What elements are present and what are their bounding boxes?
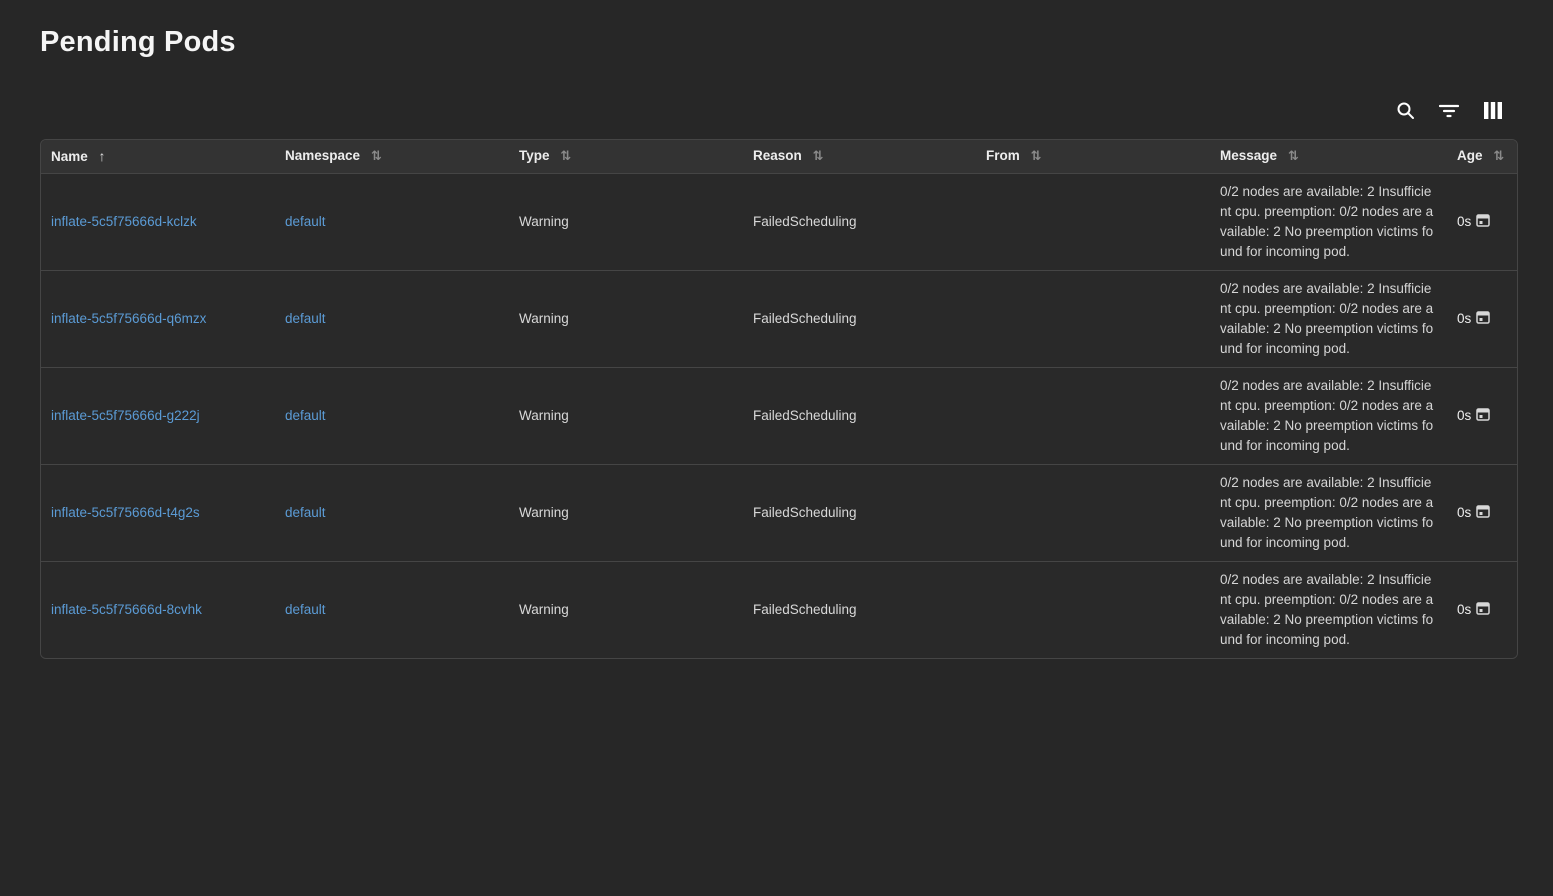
from-cell: [976, 367, 1210, 464]
sort-asc-icon: ↑: [99, 148, 106, 164]
from-cell: [976, 464, 1210, 561]
search-button[interactable]: [1394, 101, 1416, 123]
sort-both-icon: ⇅: [1288, 148, 1299, 164]
column-label: Name: [51, 149, 88, 164]
sort-both-icon: ⇅: [1493, 148, 1504, 164]
columns-button[interactable]: [1482, 101, 1504, 123]
pending-pods-page: Pending Pods: [0, 0, 1553, 659]
sort-both-icon: ⇅: [813, 148, 824, 164]
type-cell: Warning: [509, 270, 743, 367]
column-header-name[interactable]: Name ↑: [41, 140, 275, 173]
column-header-message[interactable]: Message ⇅: [1210, 140, 1447, 173]
calendar-icon: [1476, 601, 1490, 618]
column-label: Age: [1457, 148, 1483, 163]
column-header-from[interactable]: From ⇅: [976, 140, 1210, 173]
pod-name-link[interactable]: inflate-5c5f75666d-t4g2s: [51, 505, 200, 520]
column-label: Reason: [753, 148, 802, 163]
namespace-link[interactable]: default: [285, 311, 326, 326]
type-cell: Warning: [509, 561, 743, 658]
reason-cell: FailedScheduling: [743, 464, 976, 561]
pod-name-link[interactable]: inflate-5c5f75666d-g222j: [51, 408, 200, 423]
age-value: 0s: [1457, 214, 1471, 229]
age-cell: 0s: [1447, 270, 1518, 367]
from-cell: [976, 561, 1210, 658]
message-cell: 0/2 nodes are available: 2 Insufficient …: [1210, 367, 1447, 464]
pod-name-link[interactable]: inflate-5c5f75666d-8cvhk: [51, 602, 202, 617]
filter-button[interactable]: [1438, 101, 1460, 123]
namespace-link[interactable]: default: [285, 505, 326, 520]
pod-name-link[interactable]: inflate-5c5f75666d-kclzk: [51, 214, 197, 229]
from-cell: [976, 173, 1210, 270]
reason-cell: FailedScheduling: [743, 270, 976, 367]
message-cell: 0/2 nodes are available: 2 Insufficient …: [1210, 561, 1447, 658]
calendar-icon: [1476, 504, 1490, 521]
column-label: Type: [519, 148, 550, 163]
calendar-icon: [1476, 407, 1490, 424]
age-cell: 0s: [1447, 561, 1518, 658]
column-header-namespace[interactable]: Namespace ⇅: [275, 140, 509, 173]
reason-cell: FailedScheduling: [743, 173, 976, 270]
sort-both-icon: ⇅: [371, 148, 382, 164]
age-value: 0s: [1457, 311, 1471, 326]
age-value: 0s: [1457, 602, 1471, 617]
age-cell: 0s: [1447, 173, 1518, 270]
search-icon: [1396, 101, 1415, 123]
page-title: Pending Pods: [40, 26, 1518, 59]
column-label: From: [986, 148, 1020, 163]
namespace-link[interactable]: default: [285, 602, 326, 617]
sort-both-icon: ⇅: [1031, 148, 1042, 164]
table-toolbar: [40, 101, 1518, 123]
column-header-reason[interactable]: Reason ⇅: [743, 140, 976, 173]
age-cell: 0s: [1447, 367, 1518, 464]
column-label: Message: [1220, 148, 1277, 163]
table-row[interactable]: inflate-5c5f75666d-kclzk default Warning…: [41, 173, 1518, 270]
message-cell: 0/2 nodes are available: 2 Insufficient …: [1210, 270, 1447, 367]
table-row[interactable]: inflate-5c5f75666d-t4g2s default Warning…: [41, 464, 1518, 561]
from-cell: [976, 270, 1210, 367]
table-row[interactable]: inflate-5c5f75666d-8cvhk default Warning…: [41, 561, 1518, 658]
column-header-age[interactable]: Age ⇅: [1447, 140, 1518, 173]
table-row[interactable]: inflate-5c5f75666d-q6mzx default Warning…: [41, 270, 1518, 367]
calendar-icon: [1476, 213, 1490, 230]
message-cell: 0/2 nodes are available: 2 Insufficient …: [1210, 464, 1447, 561]
age-cell: 0s: [1447, 464, 1518, 561]
pod-name-link[interactable]: inflate-5c5f75666d-q6mzx: [51, 311, 206, 326]
age-value: 0s: [1457, 505, 1471, 520]
filter-icon: [1439, 103, 1459, 122]
column-header-type[interactable]: Type ⇅: [509, 140, 743, 173]
type-cell: Warning: [509, 367, 743, 464]
table-row[interactable]: inflate-5c5f75666d-g222j default Warning…: [41, 367, 1518, 464]
type-cell: Warning: [509, 173, 743, 270]
calendar-icon: [1476, 310, 1490, 327]
type-cell: Warning: [509, 464, 743, 561]
reason-cell: FailedScheduling: [743, 367, 976, 464]
age-value: 0s: [1457, 408, 1471, 423]
table-header-row: Name ↑ Namespace ⇅ Type ⇅ Reason ⇅: [41, 140, 1518, 173]
namespace-link[interactable]: default: [285, 408, 326, 423]
column-label: Namespace: [285, 148, 360, 163]
reason-cell: FailedScheduling: [743, 561, 976, 658]
pending-pods-table: Name ↑ Namespace ⇅ Type ⇅ Reason ⇅: [40, 139, 1518, 659]
namespace-link[interactable]: default: [285, 214, 326, 229]
columns-icon: [1484, 102, 1502, 122]
message-cell: 0/2 nodes are available: 2 Insufficient …: [1210, 173, 1447, 270]
sort-both-icon: ⇅: [560, 148, 571, 164]
